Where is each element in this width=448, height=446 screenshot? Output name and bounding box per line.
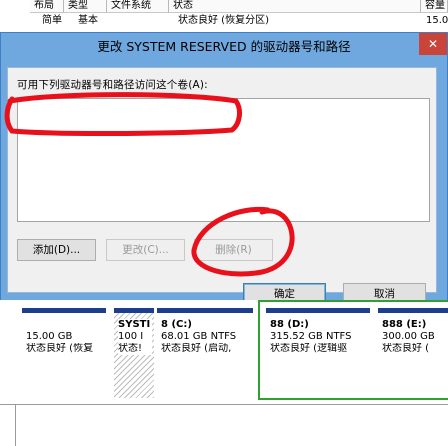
partition-name: 8 (C:) — [161, 319, 192, 330]
partition-d[interactable]: 88 (D:) 315.52 GB NTFS 状态良好 (逻辑驱 — [266, 308, 370, 398]
partition-recovery[interactable]: 15.00 GB 状态良好 (恢复 — [22, 308, 106, 398]
change-drive-letter-dialog: 更改 SYSTEM RESERVED 的驱动器号和路径 ✕ 可用下列驱动器号和路… — [0, 32, 448, 308]
partition-size: 315.52 GB NTFS — [270, 331, 352, 342]
column-header-filesystem[interactable]: 文件系统 — [107, 0, 169, 13]
add-button[interactable]: 添加(D)... — [17, 239, 96, 261]
cell-status: 状态良好 (恢复分区) — [178, 15, 269, 26]
column-header-type[interactable]: 类型 — [64, 0, 107, 13]
disk-map: 15.00 GB 状态良好 (恢复 SYSTI 100 I 状态! 8 (C:)… — [0, 300, 448, 400]
column-header-layout[interactable]: 布局 — [30, 0, 64, 13]
partition-system-reserved[interactable]: SYSTI 100 I 状态! — [114, 308, 154, 398]
change-button[interactable]: 更改(C)... — [106, 239, 185, 261]
cell-layout: 简单 — [42, 15, 62, 26]
partition-name: SYSTI — [118, 319, 152, 331]
partition-size: 15.00 GB — [26, 331, 73, 342]
close-icon[interactable]: ✕ — [419, 33, 447, 55]
partition-status: 状态良好 (启动, — [161, 343, 232, 354]
partition-status: 状态良好 ( — [382, 343, 430, 354]
partition-size: 100 I — [118, 331, 152, 343]
partition-c[interactable]: 8 (C:) 68.01 GB NTFS 状态良好 (启动, — [157, 308, 253, 398]
divider — [15, 404, 16, 446]
drive-path-list[interactable] — [17, 98, 430, 222]
dialog-title: 更改 SYSTEM RESERVED 的驱动器号和路径 — [97, 39, 351, 54]
partition-size: 300.00 GB — [382, 331, 435, 342]
dialog-body: 可用下列驱动器号和路径访问这个卷(A): 添加(D)... 更改(C)... 删… — [7, 67, 437, 305]
partition-name: 888 (E:) — [382, 319, 427, 330]
partition-status: 状态! — [118, 343, 152, 355]
partition-e[interactable]: 888 (E:) 300.00 GB 状态良好 ( — [378, 308, 448, 398]
column-header-status[interactable]: 状态 — [169, 0, 421, 13]
column-header-capacity[interactable]: 容量 — [421, 0, 448, 13]
partition-name: 88 (D:) — [270, 319, 309, 330]
partition-size: 68.01 GB NTFS — [161, 331, 237, 342]
cell-capacity: 15.0 — [426, 15, 448, 26]
path-list-label: 可用下列驱动器号和路径访问这个卷(A): — [17, 79, 208, 91]
remove-button[interactable]: 删除(R) — [194, 239, 273, 261]
partition-status: 状态良好 (逻辑驱 — [270, 343, 348, 354]
list-item[interactable] — [19, 103, 428, 119]
cell-type: 基本 — [78, 15, 98, 26]
partition-status: 状态良好 (恢复 — [26, 343, 94, 354]
divider — [0, 404, 448, 405]
